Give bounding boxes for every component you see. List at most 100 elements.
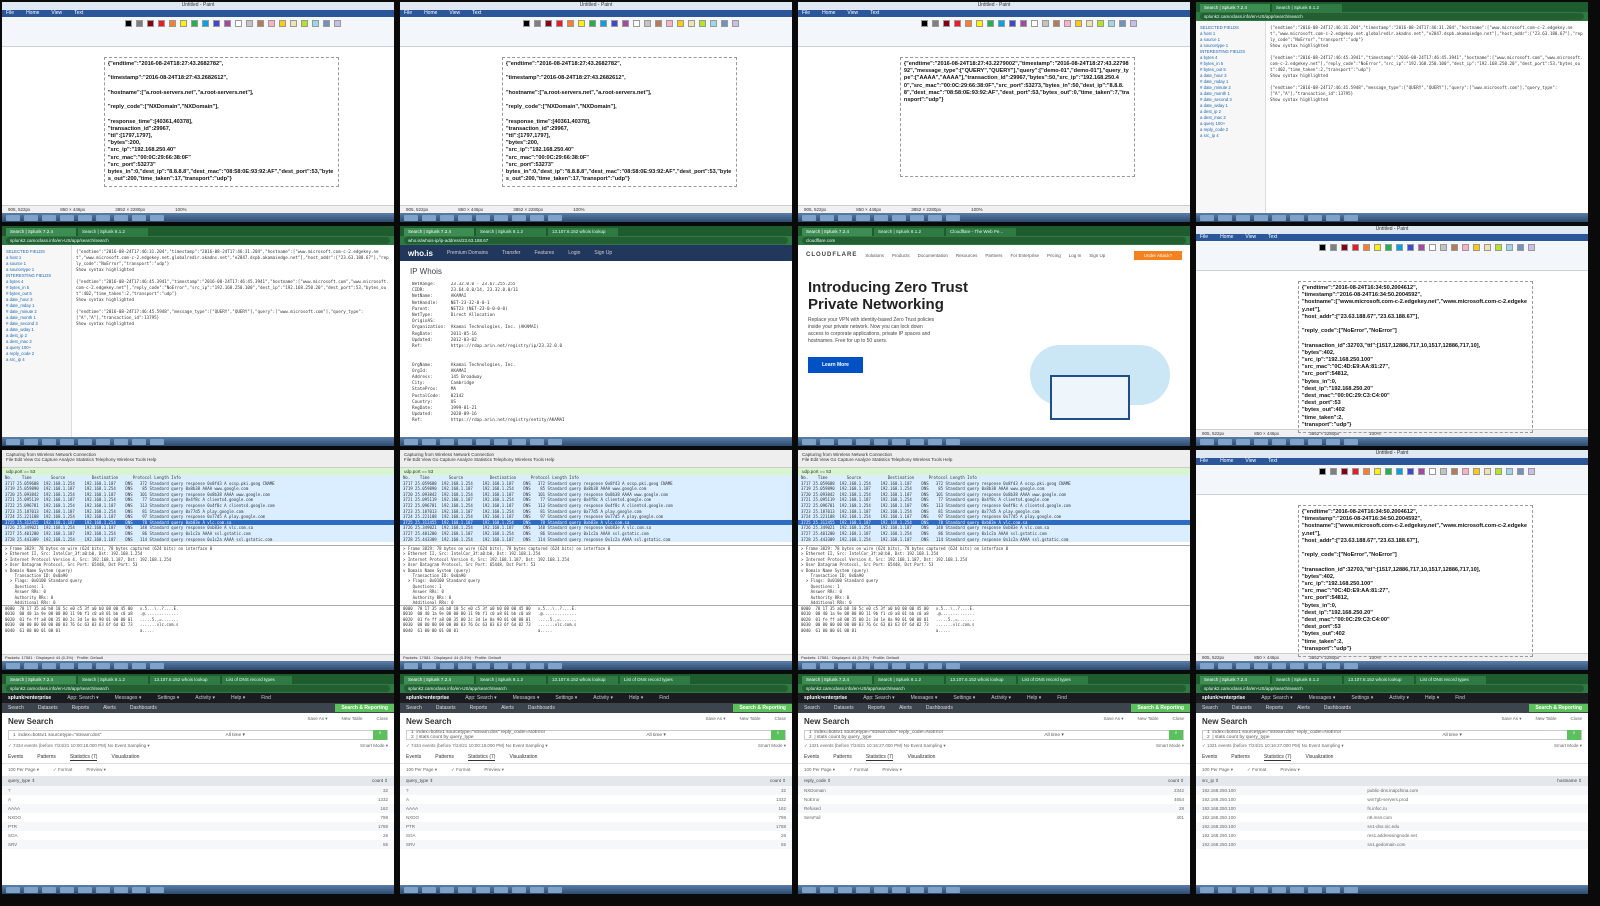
taskbar-app-icon[interactable]	[422, 886, 436, 893]
color-swatch[interactable]	[1451, 244, 1458, 251]
paint-canvas[interactable]: {"endtime":"2016-08-24T18:27:43.2682782"…	[400, 47, 792, 205]
taskbar-app-icon[interactable]	[1200, 886, 1214, 893]
taskbar-app-icon[interactable]	[150, 214, 164, 221]
table-cell[interactable]: sn1.gedomain.com	[1361, 840, 1588, 849]
color-swatch[interactable]	[1407, 468, 1414, 475]
table-cell[interactable]: 192.168.250.100	[1196, 813, 1361, 822]
search-input[interactable]: 1 index=botsv1 sourcetype="stream:dns" r…	[809, 730, 943, 740]
table-cell[interactable]: 2342	[1026, 786, 1190, 795]
taskbar-app-icon[interactable]	[1218, 214, 1232, 221]
action-button[interactable]: Close	[376, 716, 388, 727]
color-swatch[interactable]	[1363, 244, 1370, 251]
taskbar-app-icon[interactable]	[512, 886, 526, 893]
table-cell[interactable]: 1788	[628, 822, 792, 831]
app-menu[interactable]: App: Search ▾	[67, 695, 98, 701]
color-swatch[interactable]	[1097, 20, 1104, 27]
taskbar-app-icon[interactable]	[1218, 662, 1232, 669]
browser-tab[interactable]: Search | Splunk 7.2.4	[802, 676, 872, 684]
result-tab[interactable]: Visualization	[1305, 754, 1333, 761]
table-cell[interactable]: 28	[1026, 804, 1190, 813]
taskbar-app-icon[interactable]	[24, 438, 38, 445]
color-swatch[interactable]	[301, 20, 308, 27]
nav-item[interactable]: Dashboards	[1324, 705, 1351, 711]
taskbar-app-icon[interactable]	[1308, 214, 1322, 221]
taskbar-app-icon[interactable]	[802, 438, 816, 445]
browser-tab[interactable]: Search | Splunk 7.2.4	[6, 676, 76, 684]
column-header[interactable]: src_ip ⇕	[1196, 776, 1362, 786]
color-swatch[interactable]	[268, 20, 275, 27]
smart-mode[interactable]: Smart Mode ▾	[758, 743, 786, 749]
whois-logo[interactable]: who.is	[408, 249, 433, 258]
taskbar-app-icon[interactable]	[1272, 214, 1286, 221]
wireshark-menu[interactable]: File Edit View Go Capture Analyze Statis…	[6, 457, 390, 462]
whois-nav-item[interactable]: Premium Domains	[447, 250, 488, 256]
smart-mode[interactable]: Smart Mode ▾	[1156, 743, 1184, 749]
taskbar-app-icon[interactable]	[1326, 438, 1340, 445]
taskbar-app-icon[interactable]	[150, 886, 164, 893]
column-header[interactable]: query_type ⇕	[2, 776, 231, 786]
browser-tab[interactable]: Search | Splunk 8.1.2	[874, 228, 944, 236]
column-header[interactable]: count ⇕	[1026, 776, 1190, 786]
paint-menu-tab[interactable]: View	[449, 10, 460, 17]
taskbar-app-icon[interactable]	[494, 662, 508, 669]
paint-canvas[interactable]: {"endtime":"2016-08-24T16:34:50.2004612"…	[1196, 271, 1588, 434]
taskbar-app-icon[interactable]	[802, 214, 816, 221]
address-bar[interactable]: splunk2.camoclass.info/en-US/app/search/…	[1200, 13, 1584, 20]
color-swatch[interactable]	[334, 20, 341, 27]
result-tab[interactable]: Statistics (7)	[1263, 754, 1292, 761]
table-cell[interactable]: 32	[628, 786, 792, 795]
color-swatch[interactable]	[644, 20, 651, 27]
taskbar-app-icon[interactable]	[150, 438, 164, 445]
browser-tab[interactable]: Search | Splunk 8.1.2	[476, 676, 546, 684]
table-cell[interactable]: n8.msn.com	[1361, 813, 1588, 822]
color-swatch[interactable]	[699, 20, 706, 27]
top-menu-item[interactable]: Activity ▾	[195, 695, 215, 701]
taskbar-app-icon[interactable]	[96, 662, 110, 669]
taskbar-app-icon[interactable]	[802, 662, 816, 669]
display-filter-input[interactable]: udp.port == 53	[798, 468, 1190, 475]
taskbar-app-icon[interactable]	[6, 886, 20, 893]
canvas-text-box[interactable]: {"endtime":"2016-08-24T18:27:43.2682782"…	[501, 57, 738, 188]
browser-tab[interactable]: Search | Splunk 7.2.4	[6, 228, 76, 236]
taskbar-app-icon[interactable]	[838, 438, 852, 445]
top-menu-item[interactable]: Settings ▾	[1351, 695, 1373, 701]
color-swatch[interactable]	[1341, 468, 1348, 475]
taskbar-app-icon[interactable]	[1272, 662, 1286, 669]
taskbar-app-icon[interactable]	[1326, 886, 1340, 893]
app-title[interactable]: Search & Reporting	[1529, 704, 1588, 712]
taskbar-app-icon[interactable]	[24, 214, 38, 221]
color-swatch[interactable]	[312, 20, 319, 27]
table-cell[interactable]: 162	[230, 804, 394, 813]
display-filter-input[interactable]: udp.port == 53	[400, 468, 792, 475]
taskbar-app-icon[interactable]	[440, 662, 454, 669]
table-cell[interactable]: SRV	[2, 840, 231, 849]
taskbar-app-icon[interactable]	[96, 886, 110, 893]
color-swatch[interactable]	[1352, 244, 1359, 251]
taskbar-app-icon[interactable]	[6, 214, 20, 221]
color-swatch[interactable]	[976, 20, 983, 27]
paint-menu-tab[interactable]: Text	[1268, 458, 1277, 465]
color-swatch[interactable]	[600, 20, 607, 27]
table-option[interactable]: 100 Per Page ▾	[406, 767, 437, 773]
taskbar-app-icon[interactable]	[1308, 662, 1322, 669]
taskbar-app-icon[interactable]	[928, 886, 942, 893]
paint-menu-tab[interactable]: Text	[1268, 234, 1277, 241]
top-menu-item[interactable]: Help ▾	[1425, 695, 1439, 701]
browser-tab[interactable]: 13.107.6.152 whois lookup	[150, 676, 220, 684]
taskbar-app-icon[interactable]	[60, 662, 74, 669]
table-cell[interactable]: AAAA	[400, 804, 629, 813]
color-swatch[interactable]	[611, 20, 618, 27]
cf-nav-item[interactable]: Products	[892, 253, 910, 258]
top-menu-item[interactable]: Help ▾	[629, 695, 643, 701]
column-header[interactable]: count ⇕	[230, 776, 394, 786]
taskbar-app-icon[interactable]	[892, 214, 906, 221]
taskbar-app-icon[interactable]	[422, 438, 436, 445]
time-picker[interactable]: All time ▾	[226, 733, 245, 738]
color-swatch[interactable]	[1042, 20, 1049, 27]
taskbar-app-icon[interactable]	[78, 438, 92, 445]
taskbar-app-icon[interactable]	[892, 438, 906, 445]
taskbar-app-icon[interactable]	[60, 886, 74, 893]
color-swatch[interactable]	[235, 20, 242, 27]
table-cell[interactable]: SOA	[2, 831, 231, 840]
color-swatch[interactable]	[1528, 244, 1535, 251]
